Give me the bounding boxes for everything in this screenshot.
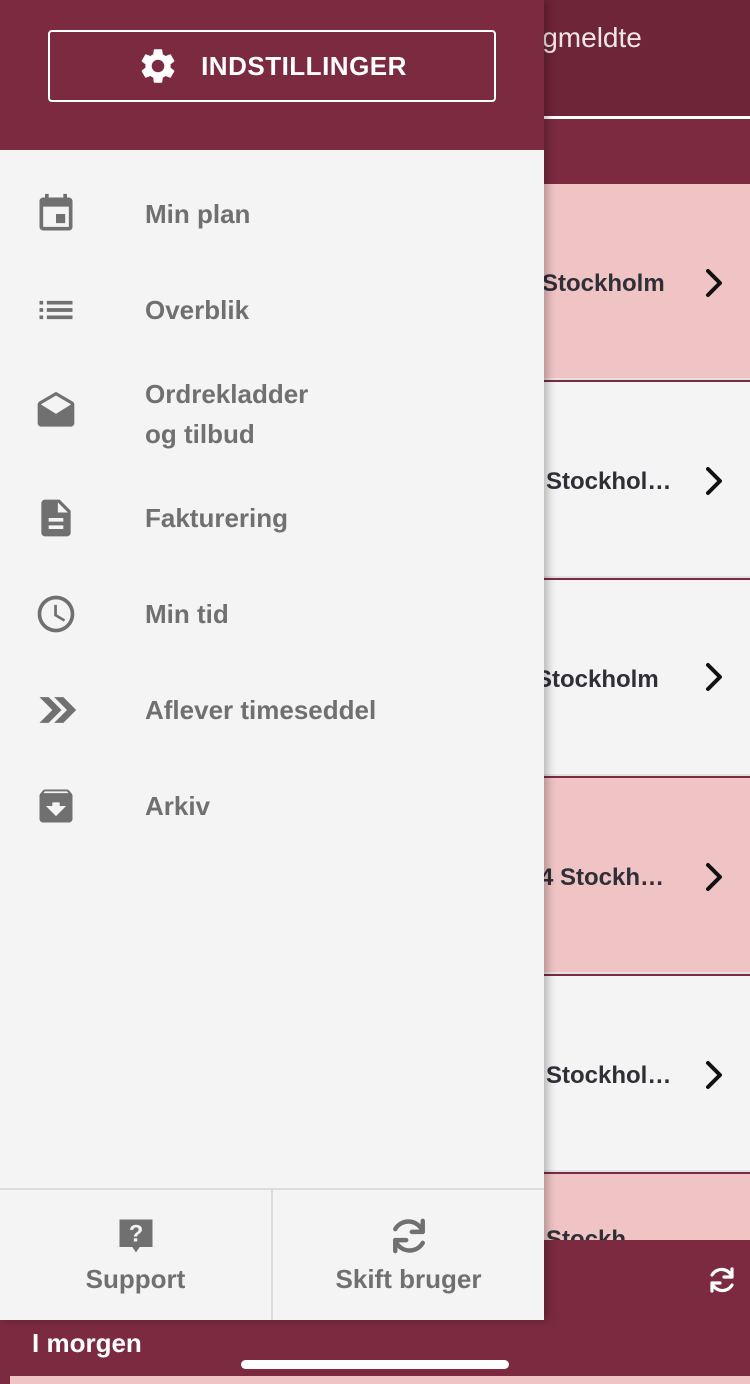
menu-item-label: Overblik [145,295,250,325]
settings-button[interactable]: INDSTILLINGER [48,30,496,102]
list-icon [39,300,73,320]
list-item-text: 4 Stockh… [540,864,665,891]
clock-icon [37,595,75,633]
background-tab-label[interactable]: igmeldte [536,22,642,54]
svg-text:?: ? [129,1221,144,1248]
menu-item-overblik[interactable]: Overblik [0,282,544,342]
navigation-drawer: INDSTILLINGER Min plan Overblik Ordrekla… [0,0,544,1320]
settings-label: INDSTILLINGER [201,50,407,81]
menu-item-label: Min tid [145,599,229,629]
calendar-icon [39,193,73,231]
menu-item-min-tid[interactable]: Min tid [0,586,544,646]
menu-item-label: Aflever timeseddel [145,695,377,725]
help-icon: ? [119,1219,153,1253]
menu-item-fakturering[interactable]: Fakturering [0,490,544,550]
gear-icon [141,49,175,83]
double-chevron-icon [39,697,77,723]
menu-item-arkiv[interactable]: Arkiv [0,778,544,838]
menu-item-label: Ordrekladder og tilbud [145,379,309,449]
list-item-text: Stockhol… [546,1062,672,1089]
menu-item-aflever-timeseddel[interactable]: Aflever timeseddel [0,682,544,742]
support-label: Support [85,1264,186,1294]
refresh-icon[interactable] [706,1264,738,1296]
chevron-right-icon [706,467,722,495]
chevron-right-icon [706,863,722,891]
home-indicator[interactable] [241,1360,509,1369]
chevron-right-icon [706,663,722,691]
menu-item-label: Fakturering [145,503,289,533]
sync-icon [393,1218,425,1254]
menu-item-ordrekladder[interactable]: Ordrekladder og tilbud [0,372,544,454]
archive-icon [39,789,73,823]
document-icon [41,499,71,537]
switch-user-button[interactable]: Skift bruger [273,1190,544,1320]
switch-user-label: Skift bruger [335,1264,482,1294]
list-item-text: Stockholm [536,666,659,693]
list-item-text: Stockholm [542,270,665,297]
background-bottom-strip [10,1376,750,1384]
list-item-text: Stockhol… [546,468,672,495]
section-label: I morgen [32,1328,142,1358]
menu-item-label: Arkiv [145,791,211,821]
drawer-header: INDSTILLINGER [0,0,544,150]
menu-item-label: Min plan [145,199,251,229]
support-button[interactable]: ? Support [0,1190,271,1320]
chevron-right-icon [706,1061,722,1089]
menu-item-min-plan[interactable]: Min plan [0,186,544,246]
chevron-right-icon [706,269,722,297]
list-item-text: Stockh… [546,1226,651,1240]
drawer-bottom-bar: ? Support Skift bruger [0,1188,544,1320]
envelope-open-icon [37,391,75,427]
